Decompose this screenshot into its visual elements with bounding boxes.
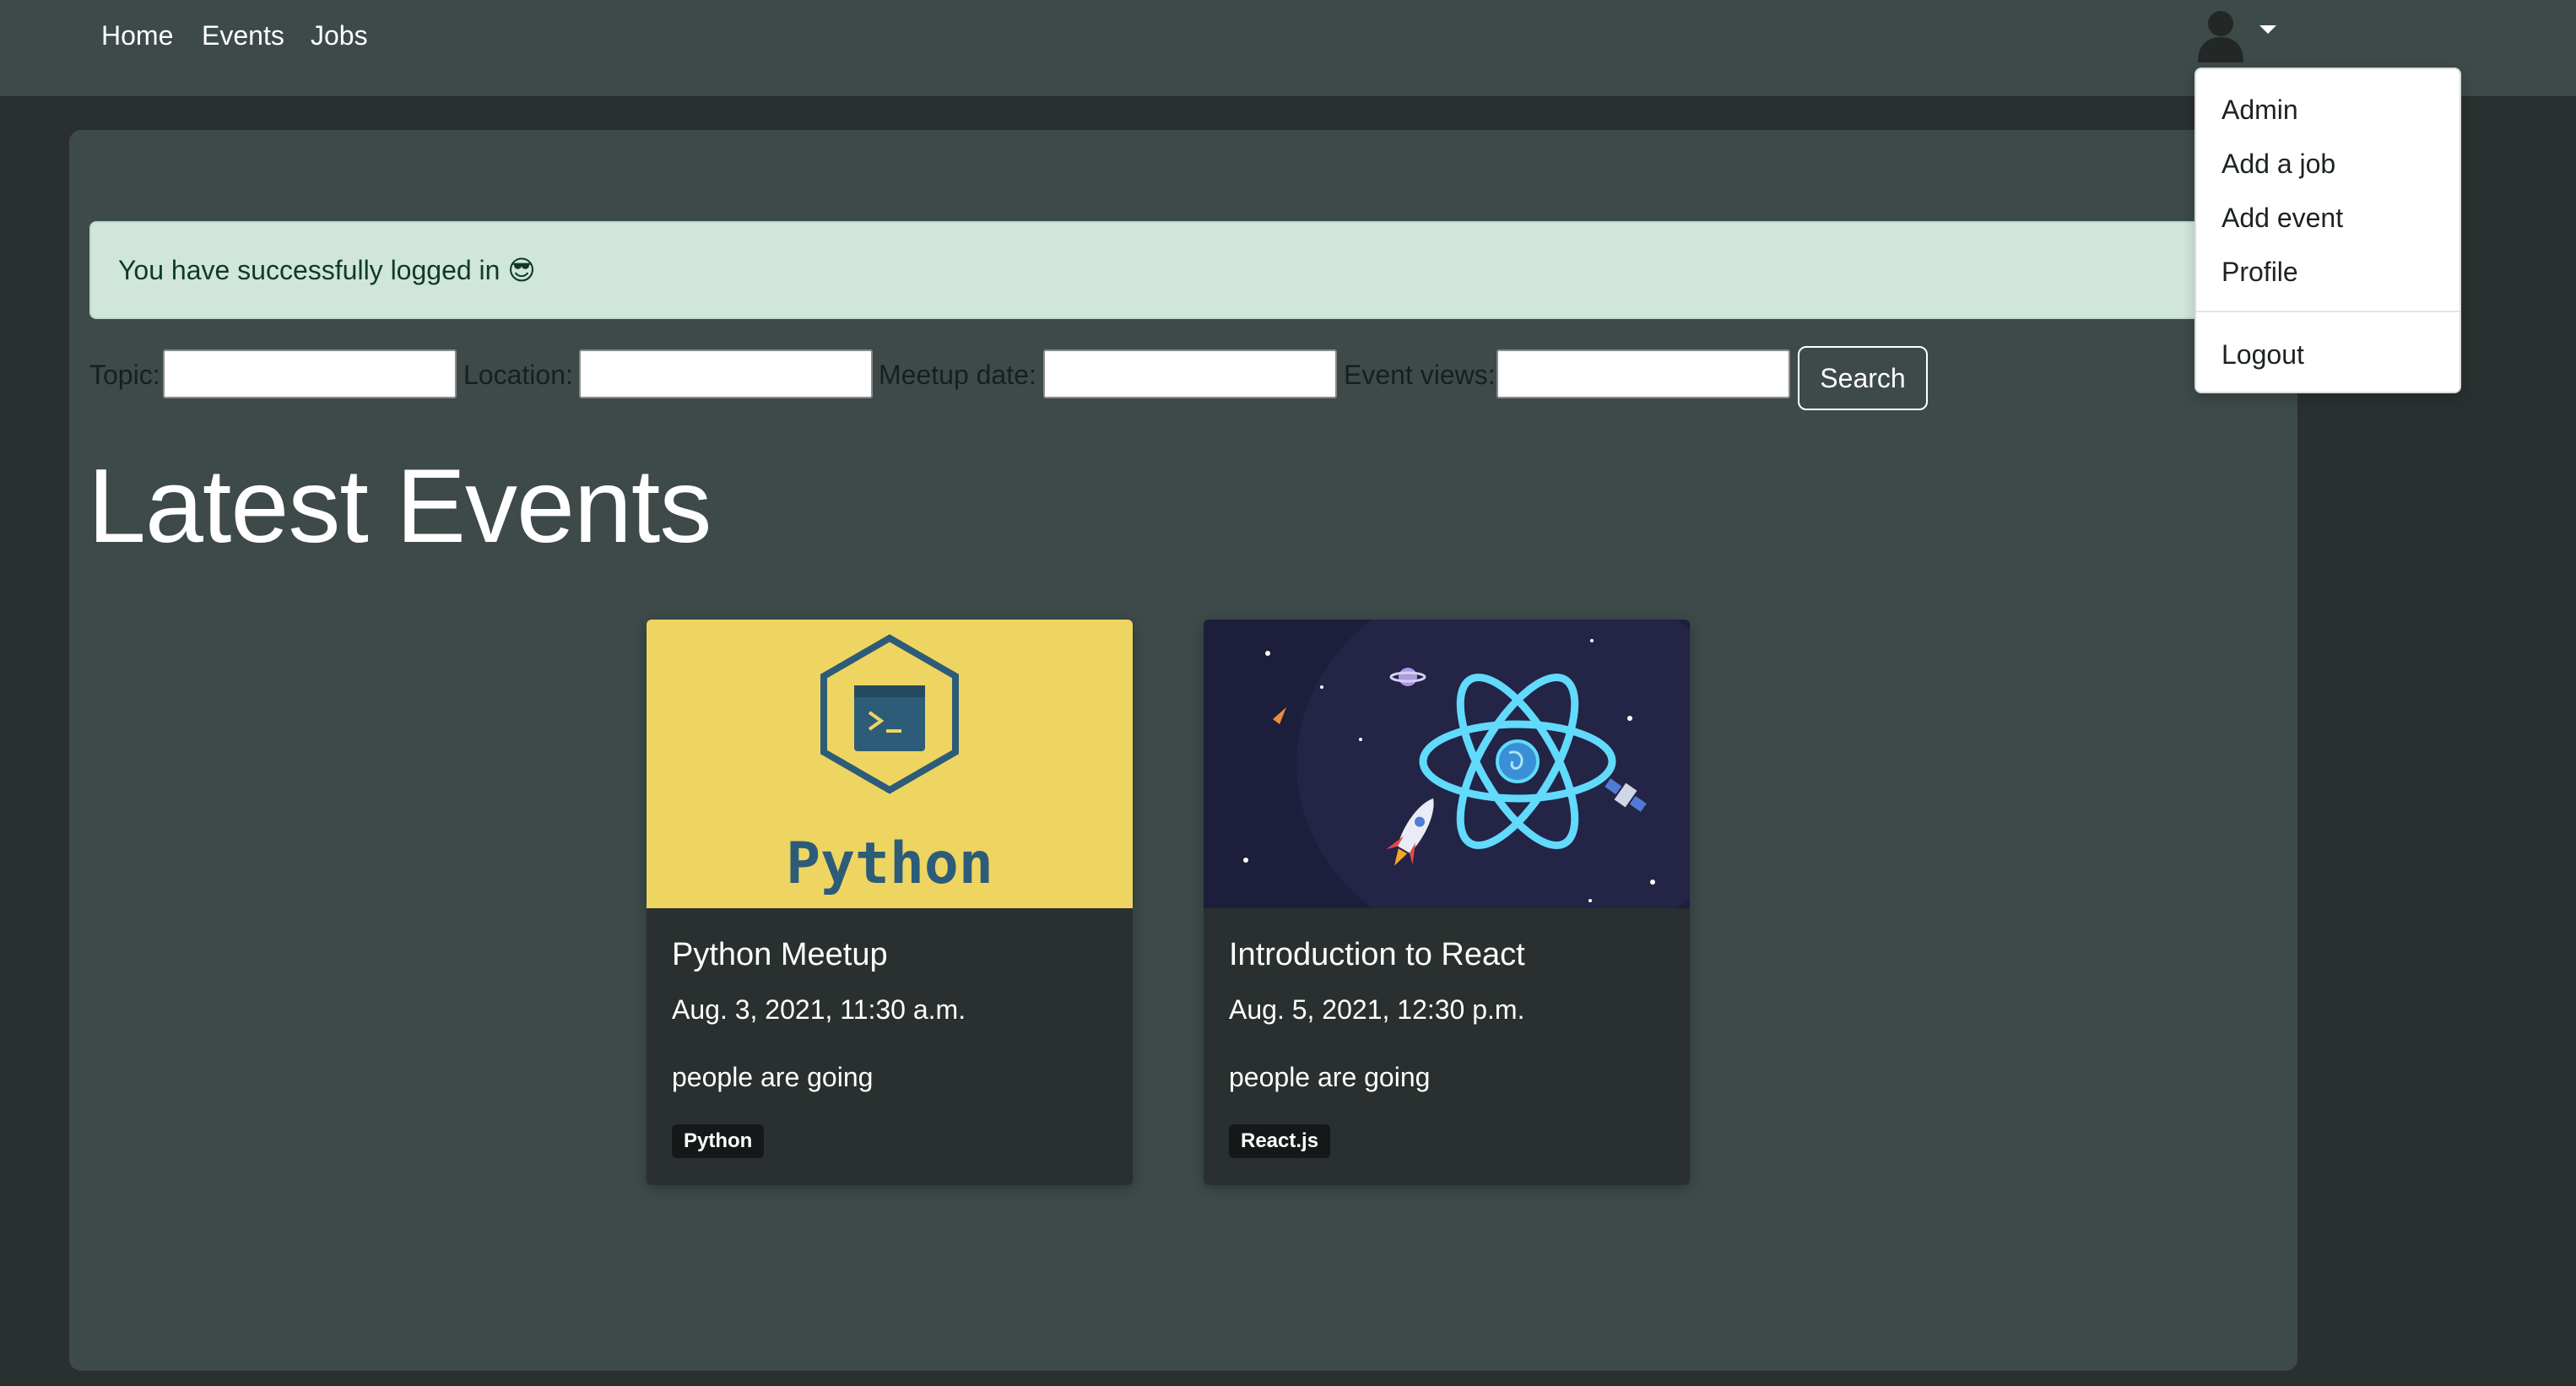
menu-item-logout[interactable]: Logout [2222, 336, 2304, 373]
python-image-text: Python [786, 831, 993, 897]
event-card-react[interactable]: Introduction to React Aug. 5, 2021, 12:3… [1204, 620, 1690, 1185]
event-views-input[interactable] [1496, 349, 1790, 398]
nav-link-jobs[interactable]: Jobs [311, 17, 368, 54]
location-label: Location: [463, 360, 573, 390]
page-title: Latest Events [88, 448, 712, 565]
login-success-alert: You have successfully logged in 😎 [89, 221, 2301, 319]
event-attendance: people are going [672, 1062, 874, 1092]
event-date: Aug. 3, 2021, 11:30 a.m. [672, 994, 966, 1025]
event-title[interactable]: Introduction to React [1229, 934, 1525, 976]
user-dropdown-menu: Admin Add a job Add event Profile Logout [2194, 68, 2461, 393]
event-date: Aug. 5, 2021, 12:30 p.m. [1229, 994, 1525, 1025]
meetup-date-input[interactable] [1043, 349, 1337, 398]
chevron-down-icon[interactable] [2259, 25, 2276, 34]
alert-message: You have successfully logged in 😎 [118, 255, 536, 285]
topic-input[interactable] [163, 349, 457, 398]
event-attendance: people are going [1229, 1062, 1431, 1092]
event-title[interactable]: Python Meetup [672, 934, 888, 976]
search-button[interactable]: Search [1798, 346, 1928, 410]
react-event-image [1204, 620, 1690, 958]
nav-link-events[interactable]: Events [202, 17, 284, 54]
event-views-label: Event views: [1344, 360, 1496, 390]
event-tag[interactable]: Python [672, 1124, 765, 1158]
top-navbar: Home Events Jobs [0, 0, 2576, 96]
event-tag[interactable]: React.js [1229, 1124, 1331, 1158]
event-card-python[interactable]: Python Python Meetup Aug. 3, 2021, 11:30… [647, 620, 1133, 1185]
python-event-image: Python [647, 620, 1133, 908]
meetup-date-label: Meetup date: [879, 360, 1036, 390]
menu-item-add-event[interactable]: Add event [2222, 199, 2343, 236]
location-input[interactable] [579, 349, 873, 398]
menu-divider [2196, 311, 2460, 312]
menu-item-profile[interactable]: Profile [2222, 253, 2298, 290]
nav-link-home[interactable]: Home [101, 17, 173, 54]
topic-label: Topic: [89, 360, 160, 390]
menu-item-admin[interactable]: Admin [2222, 91, 2298, 128]
user-avatar-icon[interactable] [2191, 7, 2250, 62]
menu-item-add-job[interactable]: Add a job [2222, 145, 2335, 182]
